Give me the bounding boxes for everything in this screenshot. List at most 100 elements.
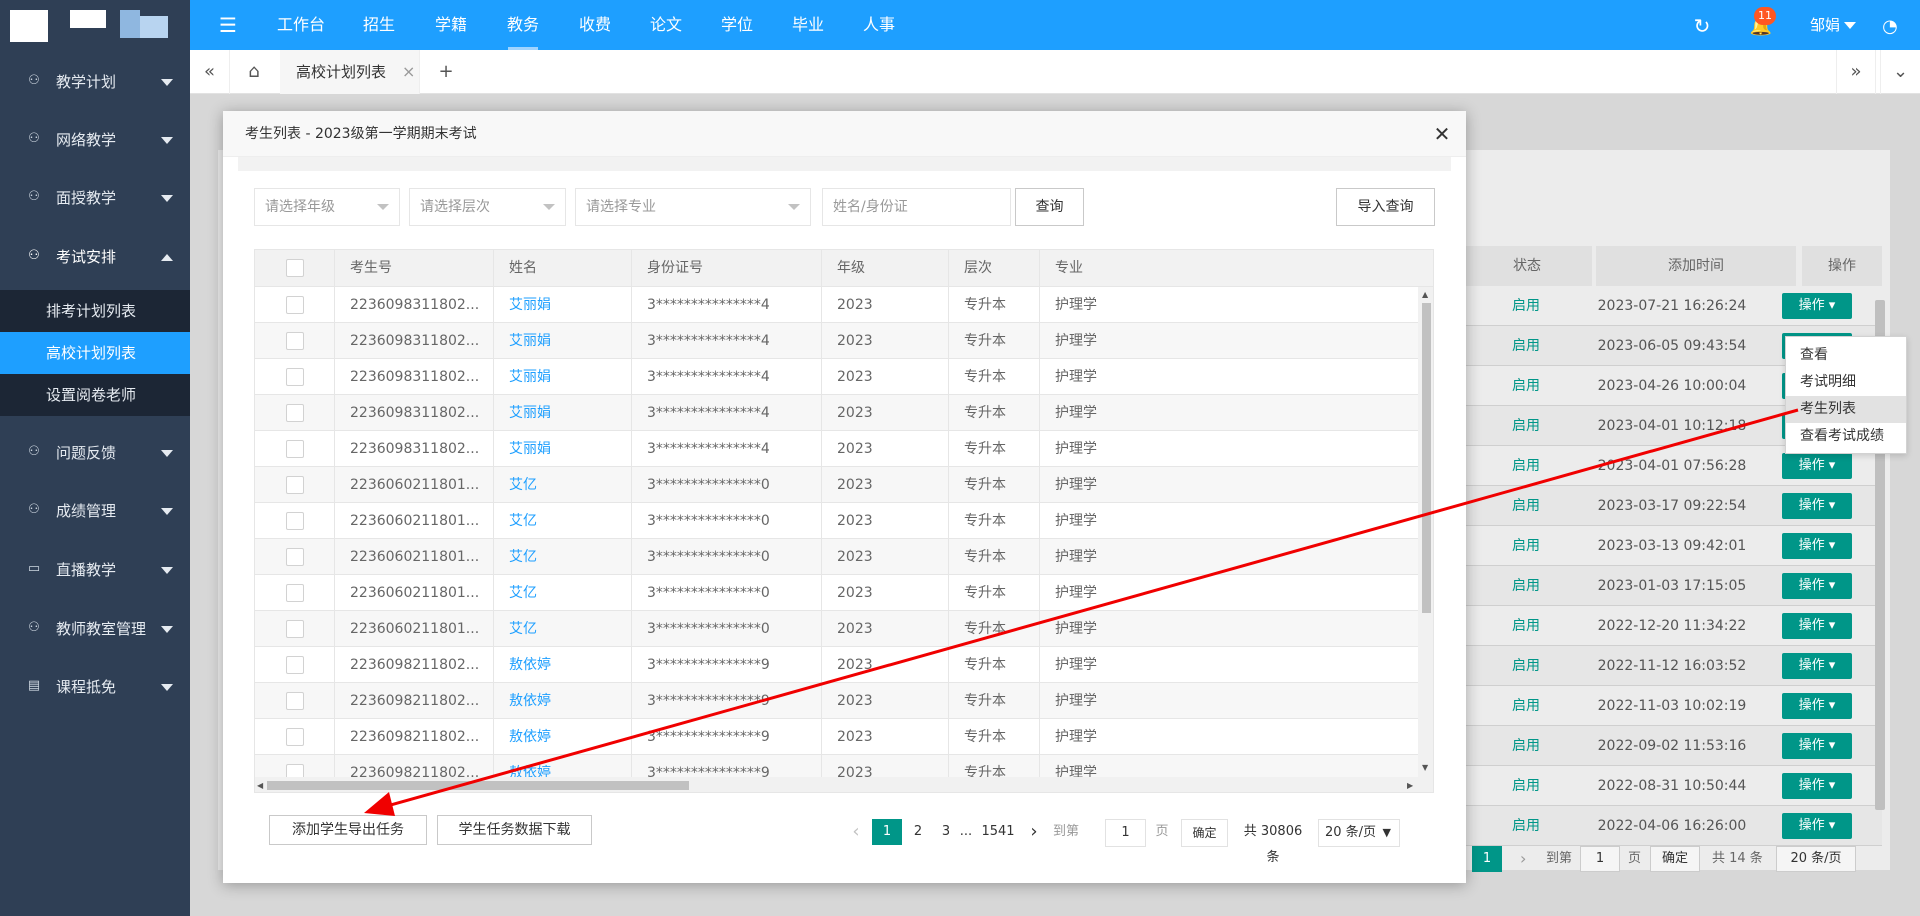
menu-item-view-scores[interactable]: 查看考试成绩 — [1786, 423, 1906, 450]
confirm-button[interactable]: 确定 — [1650, 846, 1700, 872]
grade-select[interactable]: 请选择年级 — [254, 188, 400, 226]
action-button[interactable]: 操作 ▾ — [1782, 293, 1852, 319]
user-menu[interactable]: 邹娟 — [1810, 0, 1840, 50]
row-checkbox[interactable] — [286, 692, 304, 710]
chevron-right-icon[interactable]: › — [1520, 846, 1526, 872]
row-checkbox[interactable] — [286, 404, 304, 422]
sidebar-item-live-teaching[interactable]: ▭ 直播教学 — [0, 541, 190, 599]
vertical-scrollbar[interactable]: ▲ ▼ — [1418, 287, 1433, 777]
page-3[interactable]: 3 — [934, 819, 958, 845]
action-button[interactable]: 操作 ▾ — [1782, 773, 1852, 799]
row-checkbox[interactable] — [286, 656, 304, 674]
scrollbar-thumb[interactable] — [267, 781, 689, 790]
sidebar-item-teaching-plan[interactable]: ⚇ 教学计划 — [0, 53, 190, 111]
download-task-data-button[interactable]: 学生任务数据下载 — [437, 815, 592, 845]
action-button[interactable]: 操作 ▾ — [1782, 533, 1852, 559]
nav-enrollment[interactable]: 招生 — [348, 0, 410, 50]
confirm-button[interactable]: 确定 — [1181, 819, 1228, 847]
action-button[interactable]: 操作 ▾ — [1782, 573, 1852, 599]
scroll-right-icon[interactable]: » — [1836, 50, 1876, 94]
scroll-right-arrow-icon[interactable]: ▶ — [1407, 781, 1413, 791]
action-button[interactable]: 操作 ▾ — [1782, 653, 1852, 679]
page-size-select[interactable]: 20 条/页 ▼ — [1318, 819, 1400, 847]
scroll-left-arrow-icon[interactable]: ◀ — [257, 781, 263, 791]
scroll-left-icon[interactable]: « — [190, 50, 230, 94]
sidebar-item-exam-arrangement[interactable]: ⚇ 考试安排 — [0, 228, 190, 286]
row-checkbox[interactable] — [286, 476, 304, 494]
sidebar-item-teacher-classroom[interactable]: ⚇ 教师教室管理 — [0, 600, 190, 658]
page-input[interactable]: 1 — [1580, 846, 1620, 872]
action-button[interactable]: 操作 ▾ — [1782, 493, 1852, 519]
cell-name[interactable]: 敖依婷 — [494, 755, 632, 777]
menu-item-candidate-list[interactable]: 考生列表 — [1786, 396, 1906, 423]
cell-name[interactable]: 艾丽娟 — [494, 323, 632, 359]
cell-name[interactable]: 艾丽娟 — [494, 287, 632, 323]
row-checkbox[interactable] — [286, 512, 304, 530]
row-checkbox[interactable] — [286, 548, 304, 566]
cell-name[interactable]: 艾丽娟 — [494, 431, 632, 467]
nav-academic[interactable]: 教务 — [492, 0, 554, 50]
row-checkbox[interactable] — [286, 332, 304, 350]
page-last[interactable]: 1541 — [978, 819, 1018, 845]
action-button[interactable]: 操作 ▾ — [1782, 613, 1852, 639]
theme-icon[interactable]: ◔ — [1878, 14, 1902, 38]
cell-name[interactable]: 敖依婷 — [494, 719, 632, 755]
select-all-checkbox[interactable] — [286, 259, 304, 277]
row-checkbox[interactable] — [286, 296, 304, 314]
row-checkbox[interactable] — [286, 764, 304, 777]
nav-graduation[interactable]: 毕业 — [777, 0, 839, 50]
cell-name[interactable]: 敖依婷 — [494, 647, 632, 683]
sidebar-item-face-teaching[interactable]: ⚇ 面授教学 — [0, 169, 190, 227]
page-2[interactable]: 2 — [906, 819, 930, 845]
sidebar-item-feedback[interactable]: ⚇ 问题反馈 — [0, 424, 190, 482]
add-export-task-button[interactable]: 添加学生导出任务 — [269, 815, 427, 845]
menu-item-view[interactable]: 查看 — [1786, 342, 1906, 369]
sidebar-subitem-exam-plan-list[interactable]: 排考计划列表 — [0, 290, 190, 332]
cell-name[interactable]: 艾亿 — [494, 503, 632, 539]
close-icon[interactable]: × — [402, 50, 415, 94]
nav-degree[interactable]: 学位 — [706, 0, 768, 50]
row-checkbox[interactable] — [286, 620, 304, 638]
cell-name[interactable]: 艾亿 — [494, 539, 632, 575]
nav-fees[interactable]: 收费 — [564, 0, 626, 50]
row-checkbox[interactable] — [286, 728, 304, 746]
cell-name[interactable]: 艾丽娟 — [494, 359, 632, 395]
page-current[interactable]: 1 — [1472, 846, 1502, 872]
page-number-input[interactable]: 1 — [1105, 819, 1146, 847]
row-checkbox[interactable] — [286, 368, 304, 386]
scroll-down-arrow-icon[interactable]: ▼ — [1422, 763, 1428, 773]
action-button[interactable]: 操作 ▾ — [1782, 693, 1852, 719]
nav-workbench[interactable]: 工作台 — [270, 0, 332, 50]
import-query-button[interactable]: 导入查询 — [1336, 188, 1435, 226]
scrollbar-thumb[interactable] — [1422, 303, 1431, 613]
close-icon[interactable]: ✕ — [1431, 123, 1453, 145]
sidebar-subitem-college-plan-list[interactable]: 高校计划列表 — [0, 332, 190, 374]
chevron-right-icon[interactable]: › — [1024, 819, 1044, 845]
nav-thesis[interactable]: 论文 — [635, 0, 697, 50]
sidebar-item-grades[interactable]: ⚇ 成绩管理 — [0, 482, 190, 540]
page-size-select[interactable]: 20 条/页 — [1776, 846, 1856, 872]
nav-student-status[interactable]: 学籍 — [420, 0, 482, 50]
chevron-left-icon[interactable]: ‹ — [846, 819, 866, 845]
cell-name[interactable]: 敖依婷 — [494, 683, 632, 719]
action-button[interactable]: 操作 ▾ — [1782, 453, 1852, 479]
row-checkbox[interactable] — [286, 584, 304, 602]
row-checkbox[interactable] — [286, 440, 304, 458]
cell-name[interactable]: 艾亿 — [494, 611, 632, 647]
add-tab-icon[interactable]: + — [426, 50, 466, 94]
cell-name[interactable]: 艾亿 — [494, 467, 632, 503]
search-input[interactable]: 姓名/身份证 — [822, 188, 1011, 226]
nav-personnel[interactable]: 人事 — [848, 0, 910, 50]
action-button[interactable]: 操作 ▾ — [1782, 813, 1852, 839]
cell-name[interactable]: 艾亿 — [494, 575, 632, 611]
level-select[interactable]: 请选择层次 — [409, 188, 566, 226]
menu-item-exam-details[interactable]: 考试明细 — [1786, 369, 1906, 396]
query-button[interactable]: 查询 — [1015, 188, 1084, 226]
action-button[interactable]: 操作 ▾ — [1782, 733, 1852, 759]
sidebar-item-course-credit[interactable]: ▤ 课程抵免 — [0, 658, 190, 716]
scroll-up-arrow-icon[interactable]: ▲ — [1422, 290, 1428, 300]
major-select[interactable]: 请选择专业 — [575, 188, 811, 226]
page-1[interactable]: 1 — [872, 819, 902, 845]
menu-toggle-icon[interactable]: ☰ — [216, 14, 240, 36]
refresh-icon[interactable]: ↻ — [1690, 14, 1714, 38]
